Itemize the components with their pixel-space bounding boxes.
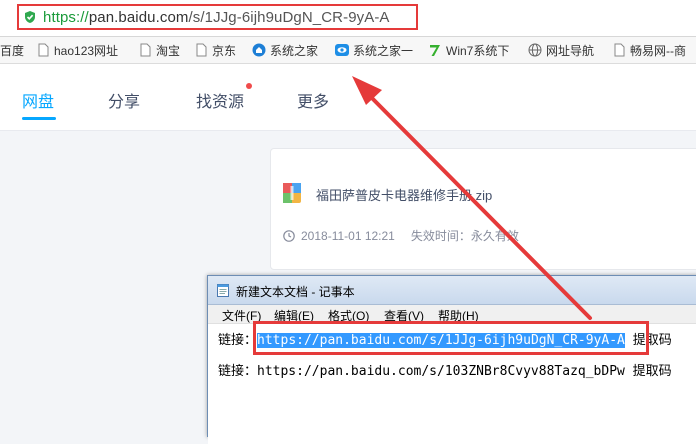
eye-icon bbox=[335, 44, 349, 56]
menu-file[interactable]: 文件(F) bbox=[222, 307, 261, 324]
bookmarks-bar: 百度 hao123网址 淘宝 京东 系统之家 系统之家一 Win7系统下 网址导… bbox=[0, 37, 696, 64]
notepad-window: 新建文本文档 - 记事本 文件(F) 编辑(E) 格式(O) 查看(V) 帮助(… bbox=[207, 275, 696, 444]
bookmark-changyi[interactable]: 畅易网--商 bbox=[612, 42, 686, 58]
share-date: 2018-11-01 12:21 bbox=[301, 228, 395, 243]
page-icon bbox=[614, 43, 625, 57]
file-name[interactable]: 福田萨普皮卡电器维修手册.zip bbox=[316, 185, 492, 204]
bookmark-label: Win7系统下 bbox=[446, 43, 510, 58]
tab-netdisk[interactable]: 网盘 bbox=[22, 88, 54, 112]
url-text: https://pan.baidu.com/s/1JJg-6ijh9uDgN_C… bbox=[43, 9, 390, 26]
globe-icon bbox=[528, 43, 542, 57]
menu-help[interactable]: 帮助(H) bbox=[438, 307, 479, 324]
text-line-2: 链接：https://pan.baidu.com/s/103ZNBr8Cvyv8… bbox=[218, 364, 672, 379]
page-icon bbox=[38, 43, 49, 57]
notepad-titlebar[interactable]: 新建文本文档 - 记事本 bbox=[208, 276, 696, 305]
tab-share[interactable]: 分享 bbox=[108, 88, 140, 112]
address-bar-area: https://pan.baidu.com/s/1JJg-6ijh9uDgN_C… bbox=[0, 0, 696, 37]
bookmark-label: 京东 bbox=[212, 43, 237, 58]
clock-icon bbox=[283, 229, 295, 242]
notepad-title: 新建文本文档 - 记事本 bbox=[236, 285, 355, 299]
bookmark-nav[interactable]: 网址导航 bbox=[528, 42, 594, 58]
url-field[interactable]: https://pan.baidu.com/s/1JJg-6ijh9uDgN_C… bbox=[17, 4, 418, 30]
page-icon bbox=[196, 43, 207, 57]
tab-find-resources[interactable]: 找资源 bbox=[196, 88, 244, 112]
bookmark-baidu[interactable]: 百度 bbox=[0, 42, 24, 58]
notepad-menubar: 文件(F) 编辑(E) 格式(O) 查看(V) 帮助(H) bbox=[208, 305, 696, 324]
url-scheme: https:// bbox=[43, 9, 89, 26]
active-tab-underline bbox=[22, 117, 56, 120]
menu-format[interactable]: 格式(O) bbox=[328, 307, 369, 324]
share-expiry: 失效时间：永久有效 bbox=[410, 229, 519, 243]
bookmark-label: 网址导航 bbox=[546, 43, 595, 58]
pan-nav: 网盘 分享 找资源 更多 bbox=[0, 64, 696, 131]
bookmark-system-home-2[interactable]: 系统之家一 bbox=[335, 42, 413, 58]
bookmark-hao123[interactable]: hao123网址 bbox=[36, 42, 118, 58]
menu-view[interactable]: 查看(V) bbox=[384, 307, 424, 324]
system-home-icon bbox=[252, 43, 266, 57]
line1-prefix: 链接： bbox=[218, 333, 258, 348]
share-meta: 2018-11-01 12:21 失效时间：永久有效 bbox=[283, 227, 519, 244]
text-line-1: 链接：https://pan.baidu.com/s/1JJg-6ijh9uDg… bbox=[218, 329, 672, 348]
bookmark-win7[interactable]: Win7系统下 bbox=[428, 42, 509, 58]
bookmark-label: 淘宝 bbox=[156, 43, 181, 58]
bookmark-jd[interactable]: 京东 bbox=[194, 42, 236, 58]
url-host: pan.baidu.com bbox=[88, 9, 189, 26]
bookmark-label: 系统之家 bbox=[270, 43, 319, 58]
notepad-text-area[interactable]: 链接：https://pan.baidu.com/s/1JJg-6ijh9uDg… bbox=[208, 324, 696, 444]
menu-edit[interactable]: 编辑(E) bbox=[274, 307, 314, 324]
notepad-icon bbox=[217, 284, 229, 297]
bookmark-taobao[interactable]: 淘宝 bbox=[138, 42, 180, 58]
seven-icon bbox=[430, 45, 440, 56]
share-file-card: 福田萨普皮卡电器维修手册.zip 2018-11-01 12:21 失效时间：永… bbox=[270, 148, 696, 270]
notification-dot bbox=[246, 83, 252, 89]
selected-link-text[interactable]: https://pan.baidu.com/s/1JJg-6ijh9uDgN_C… bbox=[257, 333, 625, 348]
bookmark-label: 系统之家一 bbox=[353, 43, 414, 58]
line1-suffix: 提取码 bbox=[624, 333, 672, 348]
bookmark-label: hao123网址 bbox=[54, 43, 119, 58]
url-path: /s/1JJg-6ijh9uDgN_CR-9yA-A bbox=[188, 9, 390, 26]
bookmark-label: 百度 bbox=[0, 43, 25, 58]
tab-more[interactable]: 更多 bbox=[297, 88, 329, 112]
bookmark-system-home[interactable]: 系统之家 bbox=[252, 42, 318, 58]
secure-shield-icon bbox=[25, 11, 35, 23]
bookmark-label: 畅易网--商 bbox=[630, 43, 686, 58]
zip-file-icon bbox=[283, 183, 301, 203]
page-icon bbox=[140, 43, 151, 57]
